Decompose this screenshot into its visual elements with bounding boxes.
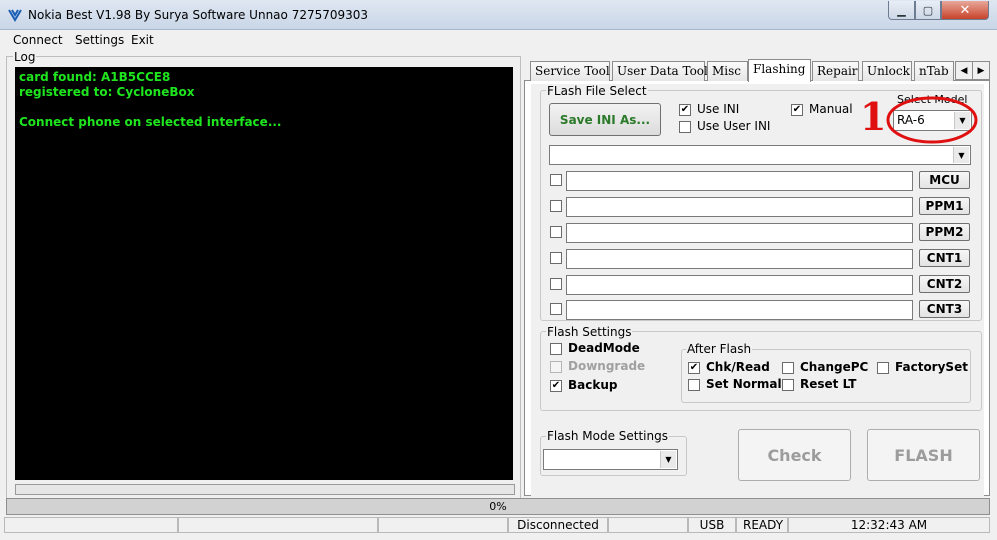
after-flash-group [681,349,971,403]
chevron-down-icon: ▼ [953,147,969,163]
arrow-left-icon: ◀ [960,65,968,76]
changepc-checkbox[interactable] [782,362,794,374]
log-line: registered to: CycloneBox [19,85,195,99]
flash-button[interactable]: FLASH [867,429,980,481]
deadmode-checkbox[interactable] [550,343,562,355]
tab-user-data-tool[interactable]: User Data Tool [612,61,708,81]
save-ini-button[interactable]: Save INI As... [549,103,661,136]
app-icon [7,7,23,23]
minimize-button[interactable]: ▁ [888,1,915,20]
mcu-path-field[interactable] [566,171,913,191]
menu-exit[interactable]: Exit [131,33,154,47]
tab-unlock[interactable]: Unlock [862,61,912,81]
ppm2-button[interactable]: PPM2 [919,223,970,241]
use-user-ini-label: Use User INI [697,119,771,133]
arrow-right-icon: ▶ [977,65,985,76]
log-label: Log [13,50,37,64]
ppm2-checkbox[interactable] [550,226,562,238]
changepc-label: ChangePC [800,360,869,374]
tab-service-tool[interactable]: Service Tool [530,61,610,81]
chk-read-label: Chk/Read [706,360,770,374]
ppm1-checkbox[interactable] [550,200,562,212]
factoryset-label: FactorySet [895,360,968,374]
log-output[interactable]: card found: A1B5CCE8 registered to: Cycl… [15,67,513,480]
manual-label: Manual [809,102,853,116]
mcu-button[interactable]: MCU [919,171,970,189]
flash-mode-settings-label: Flash Mode Settings [546,429,669,443]
mcu-checkbox[interactable] [550,174,562,186]
downgrade-checkbox[interactable] [550,361,562,373]
tab-flashing[interactable]: Flashing [748,59,811,82]
status-cell-empty [608,517,688,533]
backup-label: Backup [568,378,618,392]
status-cell-empty [4,517,178,533]
cnt2-path-field[interactable] [566,275,913,295]
factoryset-checkbox[interactable] [877,362,889,374]
log-line: Connect phone on selected interface... [19,115,282,129]
check-button[interactable]: Check [738,429,851,481]
tab-scroll-right[interactable]: ▶ [972,61,990,80]
tab-misc[interactable]: Misc [707,61,748,81]
cnt3-path-field[interactable] [566,300,913,320]
maximize-button[interactable]: ▢ [915,1,941,20]
reset-lt-checkbox[interactable] [782,379,794,391]
set-normal-label: Set Normal [706,377,782,391]
cnt2-checkbox[interactable] [550,278,562,290]
tab-ntab[interactable]: nTab [914,61,954,81]
chk-read-checkbox[interactable]: ✔ [688,362,700,374]
cnt1-button[interactable]: CNT1 [919,249,970,267]
cnt3-checkbox[interactable] [550,303,562,315]
cnt3-button[interactable]: CNT3 [919,300,970,318]
flash-mode-select[interactable]: ▼ [543,449,678,470]
ppm1-path-field[interactable] [566,197,913,217]
status-time: 12:32:43 AM [788,517,990,533]
ppm1-button[interactable]: PPM1 [919,197,970,215]
window-title: Nokia Best V1.98 By Surya Software Unnao… [28,8,369,22]
maximize-icon: ▢ [922,3,934,17]
close-icon: ✕ [959,2,971,18]
reset-lt-label: Reset LT [800,377,857,391]
flash-file-combo[interactable]: ▼ [549,145,971,165]
menu-bar: Connect Settings Exit [0,30,997,50]
tab-scroll-left[interactable]: ◀ [955,61,973,80]
cnt1-path-field[interactable] [566,249,913,269]
log-scrollbar[interactable] [15,484,515,495]
annotation-number: 1 [860,94,887,139]
chevron-down-icon: ▼ [660,451,676,468]
manual-checkbox[interactable]: ✔ [791,104,803,116]
status-connection: Disconnected [508,517,608,533]
use-ini-label: Use INI [697,102,740,116]
status-state: READY [736,517,788,533]
deadmode-label: DeadMode [568,341,640,355]
flash-file-select-label: FLash File Select [546,84,648,98]
minimize-icon: ▁ [897,3,906,17]
log-line: card found: A1B5CCE8 [19,70,171,84]
tab-repair[interactable]: Repair [812,61,859,81]
use-ini-checkbox[interactable]: ✔ [679,104,691,116]
close-button[interactable]: ✕ [941,1,989,20]
menu-connect[interactable]: Connect [13,33,63,47]
cnt2-button[interactable]: CNT2 [919,275,970,293]
progress-bar: 0% [6,498,990,515]
set-normal-checkbox[interactable] [688,379,700,391]
menu-settings[interactable]: Settings [75,33,124,47]
downgrade-label: Downgrade [568,359,646,373]
ppm2-path-field[interactable] [566,223,913,243]
status-interface: USB [688,517,736,533]
cnt1-checkbox[interactable] [550,252,562,264]
flash-settings-label: Flash Settings [546,325,633,339]
status-cell-empty [178,517,378,533]
use-user-ini-checkbox[interactable] [679,121,691,133]
progress-text: 0% [489,500,507,513]
status-cell-empty [378,517,508,533]
after-flash-label: After Flash [686,342,753,356]
backup-checkbox[interactable]: ✔ [550,380,562,392]
